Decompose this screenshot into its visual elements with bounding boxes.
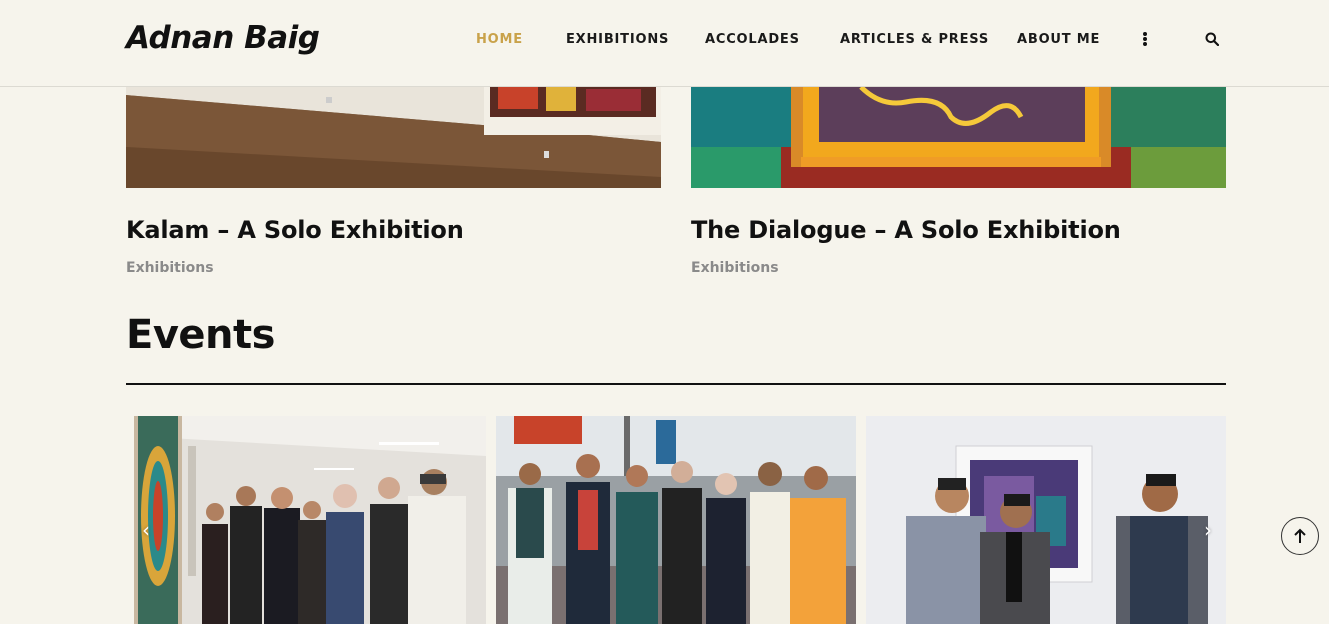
scroll-to-top-button[interactable] [1281, 517, 1319, 555]
vertical-dots-icon[interactable] [1135, 29, 1155, 49]
nav-item-accolades[interactable]: ACCOLADES [705, 32, 800, 47]
featured-title-dialogue[interactable]: The Dialogue – A Solo Exhibition [691, 216, 1121, 244]
event-photo-gallery-group[interactable] [134, 416, 486, 624]
dialogue-exhibition-image[interactable] [691, 87, 1226, 188]
event-photo-artwork-viewing[interactable] [866, 416, 1226, 624]
search-icon[interactable] [1202, 29, 1222, 49]
kalam-exhibition-image[interactable] [126, 87, 661, 188]
featured-title-kalam[interactable]: Kalam – A Solo Exhibition [126, 216, 464, 244]
main-nav: HOME EXHIBITIONS ACCOLADES ARTICLES & PR… [0, 0, 1329, 80]
featured-category-kalam[interactable]: Exhibitions [126, 260, 214, 276]
carousel-prev-icon[interactable]: ‹ [134, 518, 158, 542]
section-divider [126, 383, 1226, 385]
nav-item-home[interactable]: HOME [476, 32, 523, 47]
arrow-up-icon [1294, 528, 1306, 543]
nav-item-exhibitions[interactable]: EXHIBITIONS [566, 32, 669, 47]
nav-item-articles-press[interactable]: ARTICLES & PRESS [840, 32, 989, 47]
carousel-next-icon[interactable]: › [1196, 518, 1220, 542]
events-section-title: Events [126, 312, 275, 358]
event-photo-outdoor-group[interactable] [496, 416, 856, 624]
featured-category-dialogue[interactable]: Exhibitions [691, 260, 779, 276]
site-header: Adnan Baig HOME EXHIBITIONS ACCOLADES AR… [0, 0, 1329, 87]
nav-item-about-me[interactable]: ABOUT ME [1017, 32, 1100, 47]
